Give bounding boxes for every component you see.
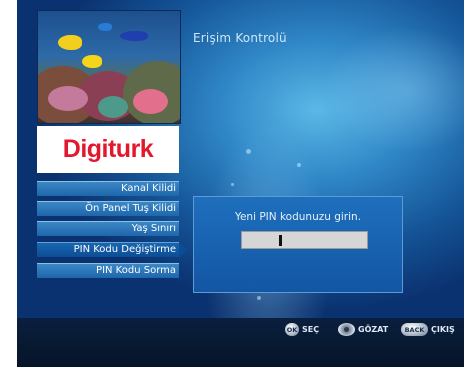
menu-item-on-panel-tus-kilidi[interactable]: Ön Panel Tuş Kilidi (37, 201, 179, 216)
hint-browse-label: GÖZAT (358, 325, 389, 334)
menu-item-pin-kodu-sorma[interactable]: PIN Kodu Sorma (37, 263, 179, 278)
aquarium-thumbnail (37, 10, 181, 124)
coral (133, 89, 168, 114)
coral (98, 96, 128, 118)
selection-arrow-icon (179, 242, 188, 258)
footer-bar (17, 318, 464, 367)
blue-fish (98, 23, 112, 31)
menu-item-yas-siniri[interactable]: Yaş Sınırı (37, 221, 179, 236)
navigation-pad-icon (338, 323, 355, 336)
back-key-icon: BACK (401, 323, 428, 336)
tv-screen: Digiturk Erişim Kontrolü Kanal Kilidi Ön… (17, 0, 464, 367)
menu-item-label: PIN Kodu Değiştirme (73, 244, 176, 255)
hint-exit-label: ÇIKIŞ (431, 325, 455, 334)
yellow-fish (82, 55, 102, 68)
menu-item-label: Yaş Sınırı (131, 223, 176, 234)
pin-input[interactable] (241, 231, 368, 249)
pin-dialog: Yeni PIN kodunuzu girin. (193, 196, 403, 293)
menu-item-label: Ön Panel Tuş Kilidi (85, 203, 176, 214)
hint-browse[interactable]: GÖZAT (338, 323, 388, 336)
menu-item-label: Kanal Kilidi (121, 183, 176, 194)
digiturk-logo: Digiturk (62, 135, 154, 163)
text-cursor (279, 235, 282, 246)
page-title: Erişim Kontrolü (193, 31, 287, 45)
hint-select-label: SEÇ (302, 325, 320, 334)
yellow-fish (58, 35, 82, 50)
bubble (297, 163, 301, 167)
logo-panel: Digiturk (37, 126, 179, 173)
coral (48, 86, 88, 111)
menu-item-kanal-kilidi[interactable]: Kanal Kilidi (37, 181, 179, 196)
bubble (246, 149, 251, 154)
hint-select[interactable]: OK SEÇ (285, 323, 319, 336)
bubble (257, 296, 261, 300)
menu-item-pin-kodu-degistirme[interactable]: PIN Kodu Değiştirme (37, 242, 179, 257)
bubble (231, 183, 234, 186)
menu-item-label: PIN Kodu Sorma (96, 265, 176, 276)
blue-fish (120, 31, 148, 41)
pin-prompt: Yeni PIN kodunuzu girin. (234, 211, 362, 223)
ok-key-icon: OK (285, 323, 299, 336)
hint-exit[interactable]: BACK ÇIKIŞ (401, 323, 455, 336)
